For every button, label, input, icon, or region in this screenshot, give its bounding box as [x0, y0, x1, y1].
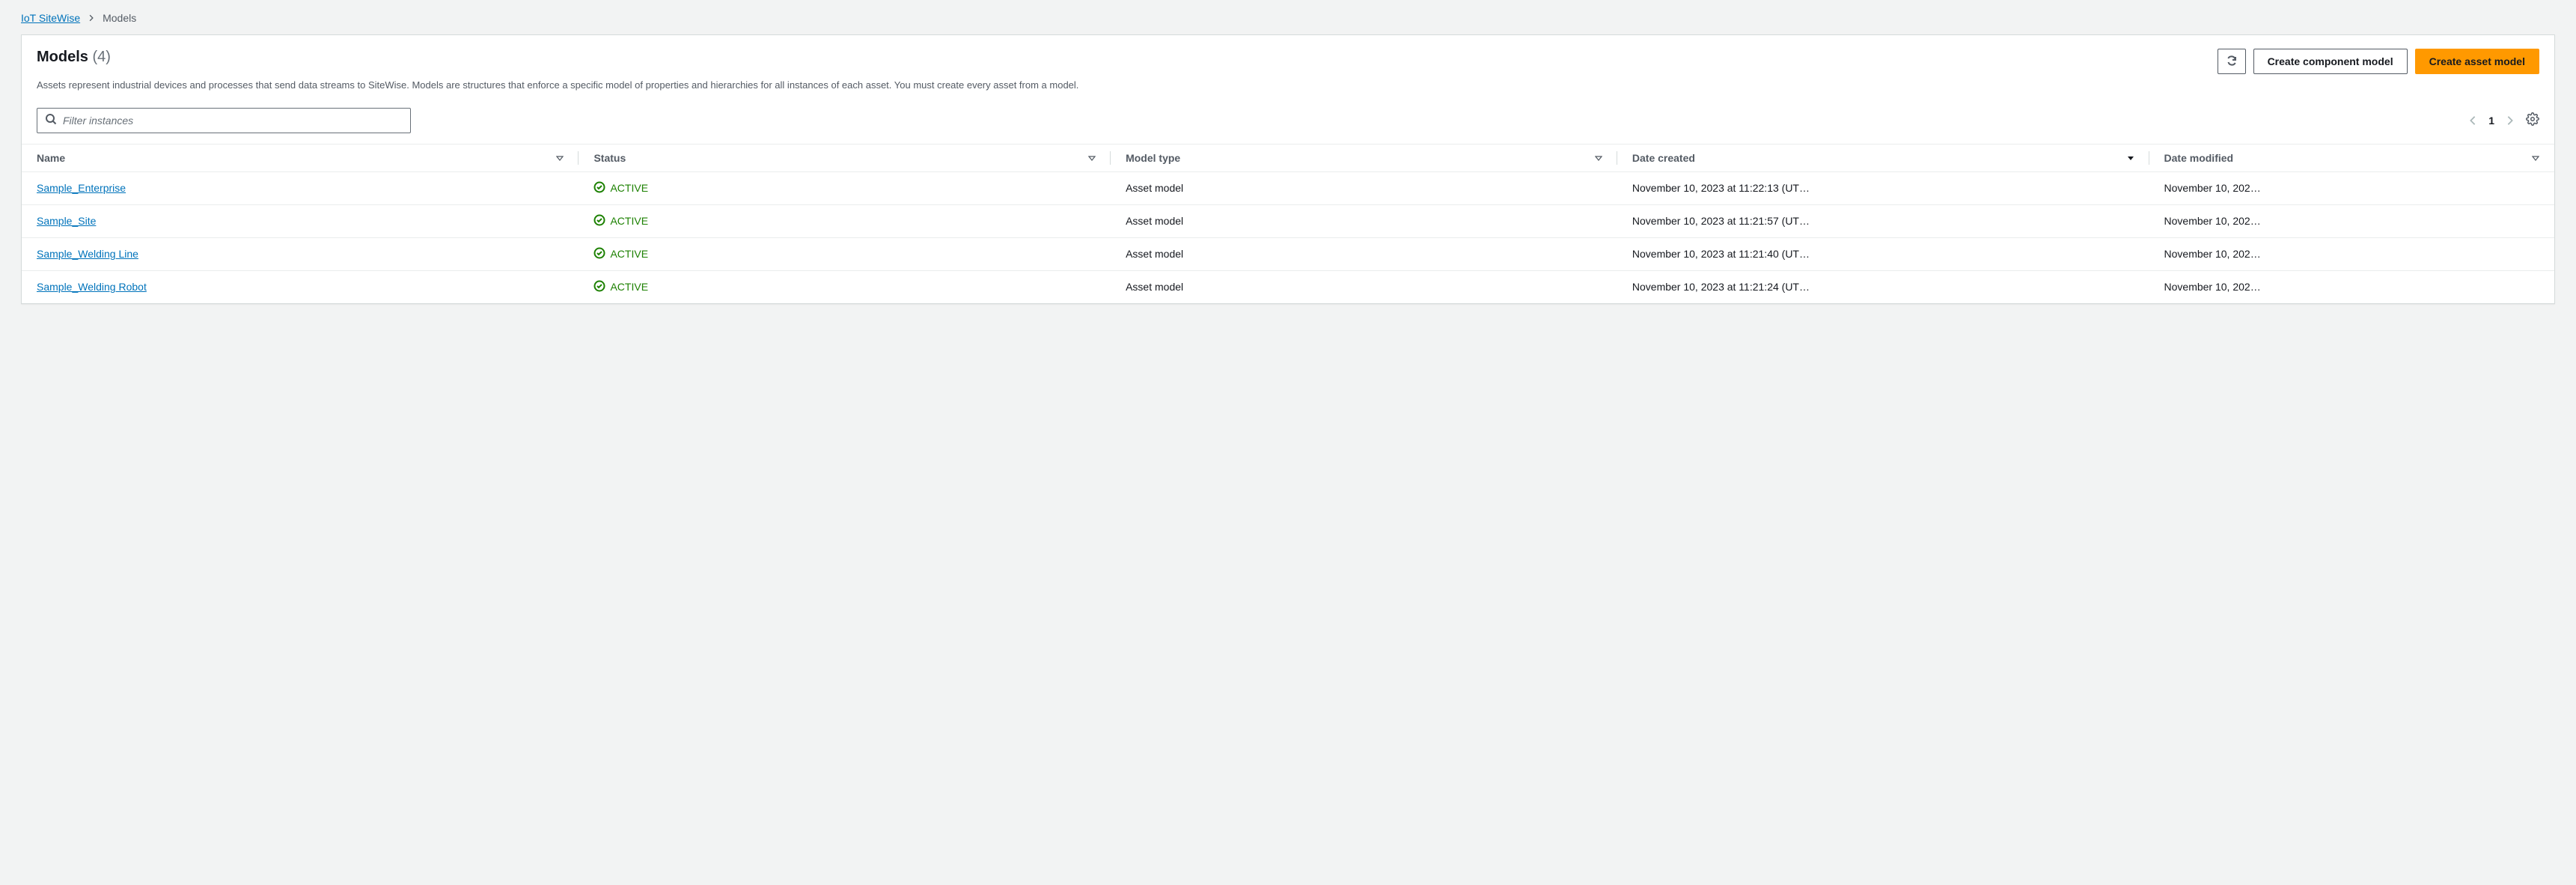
model-name-link[interactable]: Sample_Welding Line: [37, 248, 138, 260]
table-row: Sample_Welding LineACTIVEAsset modelNove…: [22, 237, 2554, 270]
status-text: ACTIVE: [610, 248, 648, 260]
page-number: 1: [2488, 115, 2494, 127]
status-badge: ACTIVE: [593, 214, 648, 228]
page-prev-button[interactable]: [2467, 115, 2478, 126]
models-table: Name Status Model type: [22, 144, 2554, 303]
page-description: Assets represent industrial devices and …: [37, 79, 2539, 93]
check-circle-icon: [593, 280, 605, 294]
create-component-model-button[interactable]: Create component model: [2253, 49, 2408, 74]
column-header-date-created-label: Date created: [1632, 152, 1695, 164]
column-header-model-type[interactable]: Model type: [1111, 144, 1617, 171]
date-modified-cell: November 10, 202…: [2149, 171, 2554, 204]
model-type-cell: Asset model: [1111, 237, 1617, 270]
date-modified-cell: November 10, 202…: [2149, 237, 2554, 270]
column-header-name[interactable]: Name: [22, 144, 579, 171]
page-title-text: Models: [37, 49, 88, 65]
column-header-status-label: Status: [593, 152, 626, 164]
breadcrumb: IoT SiteWise Models: [21, 12, 2555, 24]
table-row: Sample_SiteACTIVEAsset modelNovember 10,…: [22, 204, 2554, 237]
status-badge: ACTIVE: [593, 247, 648, 261]
sort-icon: [2532, 154, 2539, 162]
header-actions: Create component model Create asset mode…: [2218, 49, 2539, 74]
sort-icon-active: [2127, 154, 2134, 162]
table-row: Sample_Welding RobotACTIVEAsset modelNov…: [22, 270, 2554, 303]
models-panel: Models (4) Create component model Create…: [21, 34, 2555, 304]
model-name-link[interactable]: Sample_Enterprise: [37, 182, 126, 194]
column-header-name-label: Name: [37, 152, 65, 164]
date-created-cell: November 10, 2023 at 11:21:57 (UT…: [1617, 204, 2149, 237]
check-circle-icon: [593, 247, 605, 261]
column-header-date-modified-label: Date modified: [2164, 152, 2234, 164]
check-circle-icon: [593, 214, 605, 228]
gear-icon: [2526, 112, 2539, 128]
create-asset-model-button[interactable]: Create asset model: [2415, 49, 2539, 74]
column-header-status[interactable]: Status: [579, 144, 1111, 171]
status-text: ACTIVE: [610, 215, 648, 227]
model-type-cell: Asset model: [1111, 204, 1617, 237]
model-type-cell: Asset model: [1111, 270, 1617, 303]
settings-button[interactable]: [2526, 112, 2539, 128]
check-circle-icon: [593, 181, 605, 195]
status-badge: ACTIVE: [593, 280, 648, 294]
page-next-button[interactable]: [2505, 115, 2515, 126]
page-title-count: (4): [92, 49, 110, 65]
breadcrumb-root-link[interactable]: IoT SiteWise: [21, 12, 80, 24]
sort-icon: [1595, 154, 1602, 162]
chevron-right-icon: [88, 12, 95, 24]
table-row: Sample_EnterpriseACTIVEAsset modelNovemb…: [22, 171, 2554, 204]
model-name-link[interactable]: Sample_Welding Robot: [37, 281, 147, 293]
date-created-cell: November 10, 2023 at 11:21:24 (UT…: [1617, 270, 2149, 303]
breadcrumb-current: Models: [103, 12, 136, 24]
page-title: Models (4): [37, 49, 111, 66]
search-icon: [45, 113, 57, 127]
column-header-date-created[interactable]: Date created: [1617, 144, 2149, 171]
filter-input[interactable]: [63, 115, 403, 127]
sort-icon: [1088, 154, 1096, 162]
column-header-model-type-label: Model type: [1126, 152, 1180, 164]
date-modified-cell: November 10, 202…: [2149, 204, 2554, 237]
status-badge: ACTIVE: [593, 181, 648, 195]
filter-input-wrapper[interactable]: [37, 108, 411, 133]
sort-icon: [556, 154, 564, 162]
date-modified-cell: November 10, 202…: [2149, 270, 2554, 303]
status-text: ACTIVE: [610, 281, 648, 293]
refresh-button[interactable]: [2218, 49, 2246, 74]
status-text: ACTIVE: [610, 182, 648, 194]
refresh-icon: [2226, 55, 2238, 69]
column-header-date-modified[interactable]: Date modified: [2149, 144, 2554, 171]
date-created-cell: November 10, 2023 at 11:21:40 (UT…: [1617, 237, 2149, 270]
model-type-cell: Asset model: [1111, 171, 1617, 204]
paginator: 1: [2467, 112, 2539, 128]
model-name-link[interactable]: Sample_Site: [37, 215, 96, 227]
date-created-cell: November 10, 2023 at 11:22:13 (UT…: [1617, 171, 2149, 204]
